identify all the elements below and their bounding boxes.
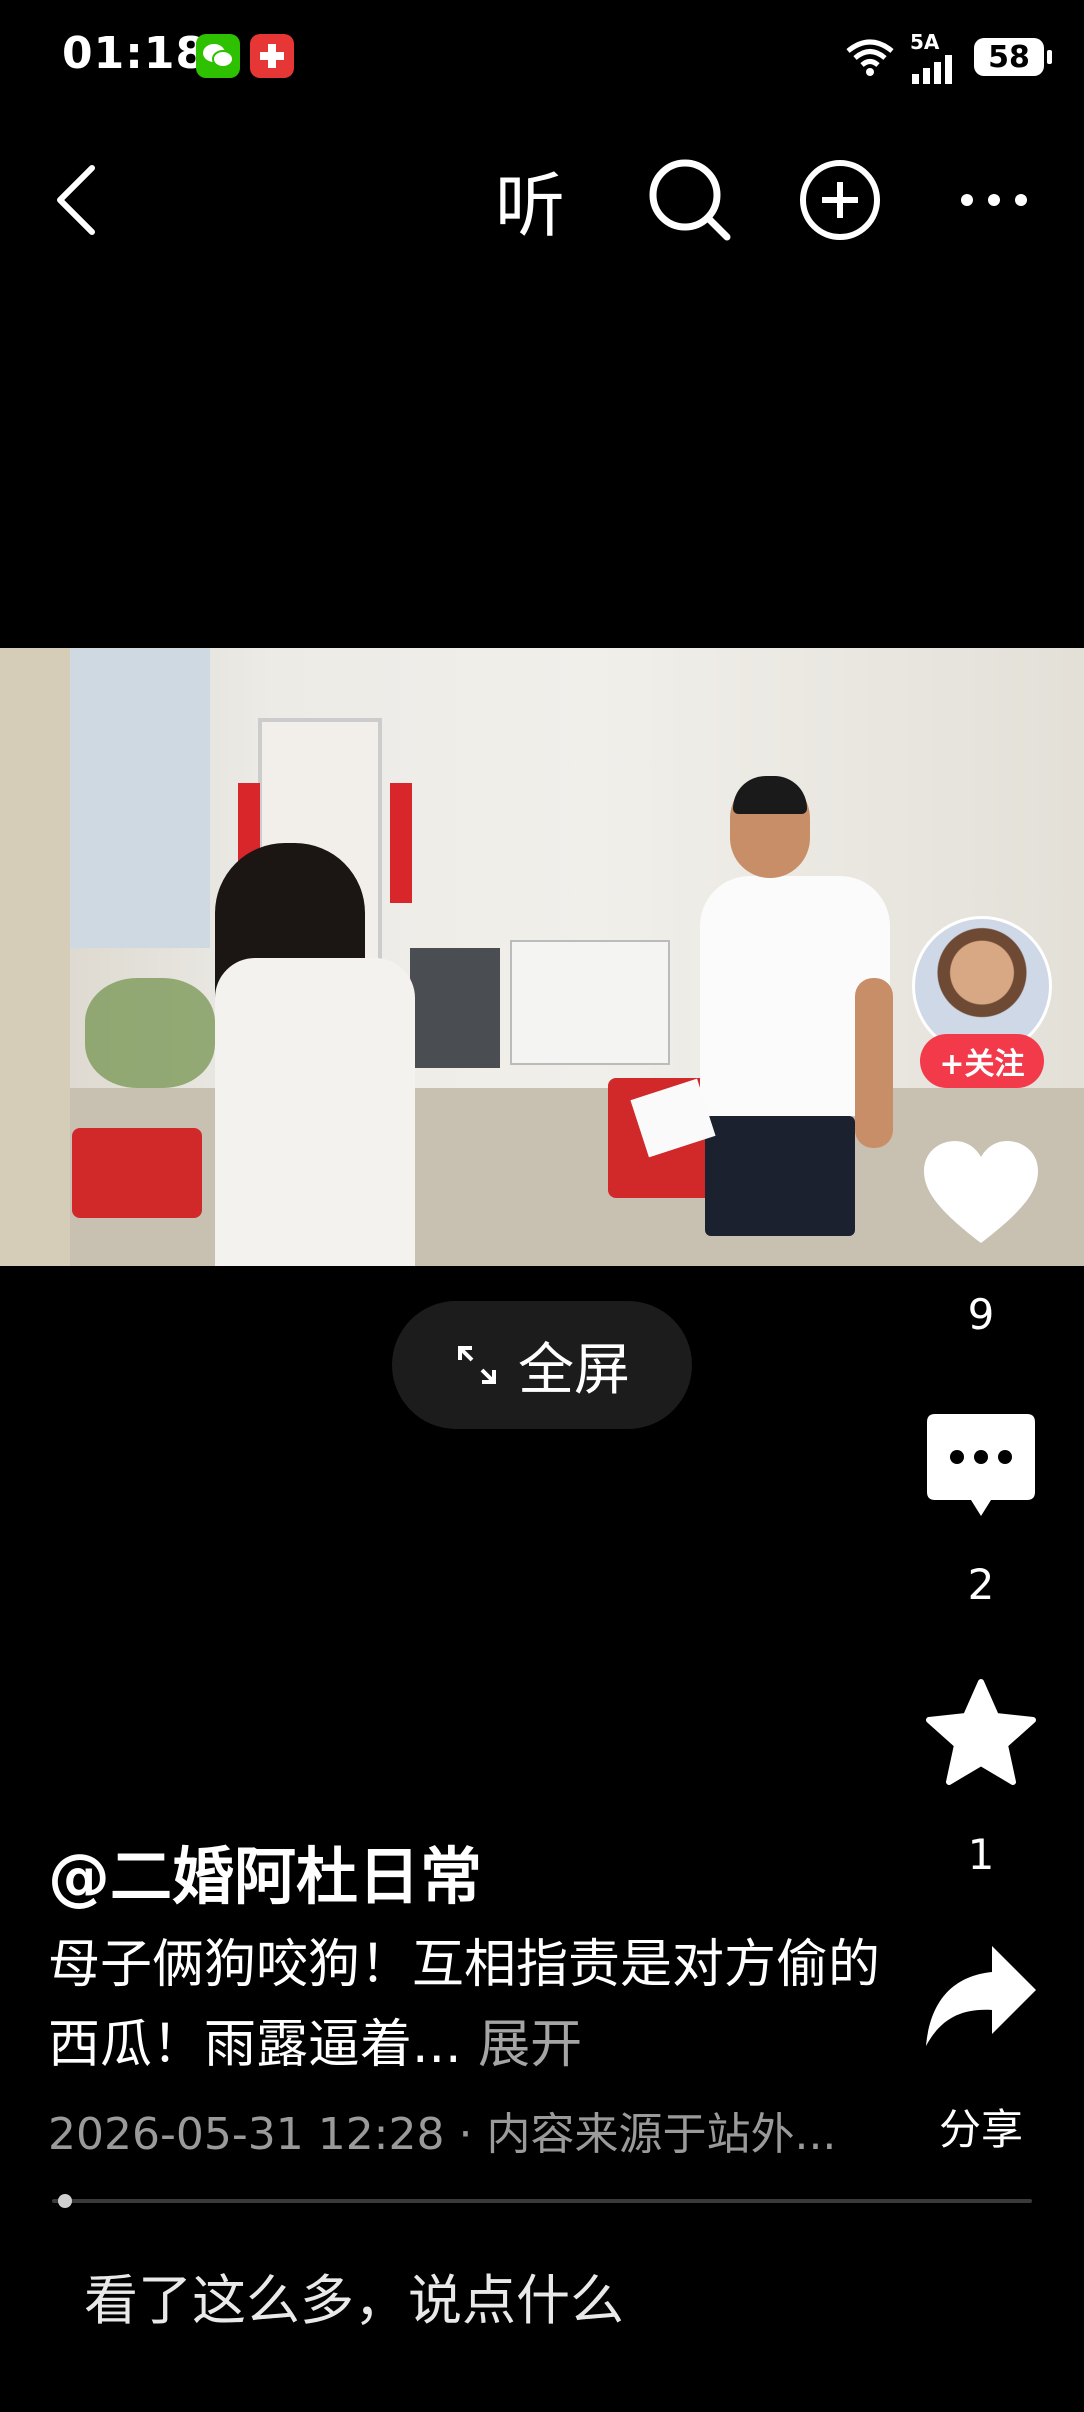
comment-count: 2	[967, 1560, 995, 1609]
follow-button[interactable]: +关注	[920, 1034, 1044, 1088]
status-time: 01:18	[62, 28, 208, 79]
plus-circle-icon[interactable]	[790, 150, 890, 250]
progress-handle[interactable]	[58, 2194, 72, 2208]
network-type: 5A	[910, 30, 940, 54]
star-icon[interactable]	[916, 1668, 1046, 1798]
post-meta: 2026-05-31 12:28 · 内容来源于站外...	[48, 2109, 837, 2160]
share-icon[interactable]	[916, 1932, 1046, 2062]
share-label[interactable]: 分享	[916, 2096, 1046, 2157]
author-name[interactable]: @二婚阿杜日常	[48, 1826, 482, 1916]
wechat-icon	[196, 34, 240, 78]
battery-level: 58	[988, 39, 1030, 75]
fullscreen-icon	[458, 1346, 496, 1384]
expand-button[interactable]: 展开	[478, 2015, 582, 2075]
comment-input[interactable]: 看了这么多，说点什么	[84, 2256, 624, 2335]
like-count: 9	[967, 1290, 995, 1339]
favorite-count: 1	[967, 1830, 995, 1879]
video-progress-bar[interactable]	[52, 2199, 1032, 2203]
app-notification-icon	[250, 34, 294, 78]
status-indicators: 5A 58	[844, 30, 1052, 84]
fullscreen-button[interactable]: 全屏	[392, 1301, 692, 1429]
search-icon[interactable]	[640, 150, 740, 250]
comment-icon[interactable]	[916, 1400, 1046, 1530]
wifi-icon	[846, 39, 894, 76]
fullscreen-label: 全屏	[518, 1337, 630, 1403]
heart-icon[interactable]	[916, 1128, 1046, 1258]
more-dots-icon[interactable]	[944, 150, 1044, 250]
back-arrow-icon[interactable]	[42, 150, 112, 250]
listen-button[interactable]: 听	[480, 150, 580, 250]
description-text: 母子俩狗咬狗！互相指责是对方偷的西瓜！雨露逼着...	[48, 1935, 881, 2075]
video-description[interactable]: 母子俩狗咬狗！互相指责是对方偷的西瓜！雨露逼着... 展开	[48, 1925, 888, 2085]
battery-icon: 58	[974, 38, 1052, 76]
signal-icon	[912, 55, 952, 84]
